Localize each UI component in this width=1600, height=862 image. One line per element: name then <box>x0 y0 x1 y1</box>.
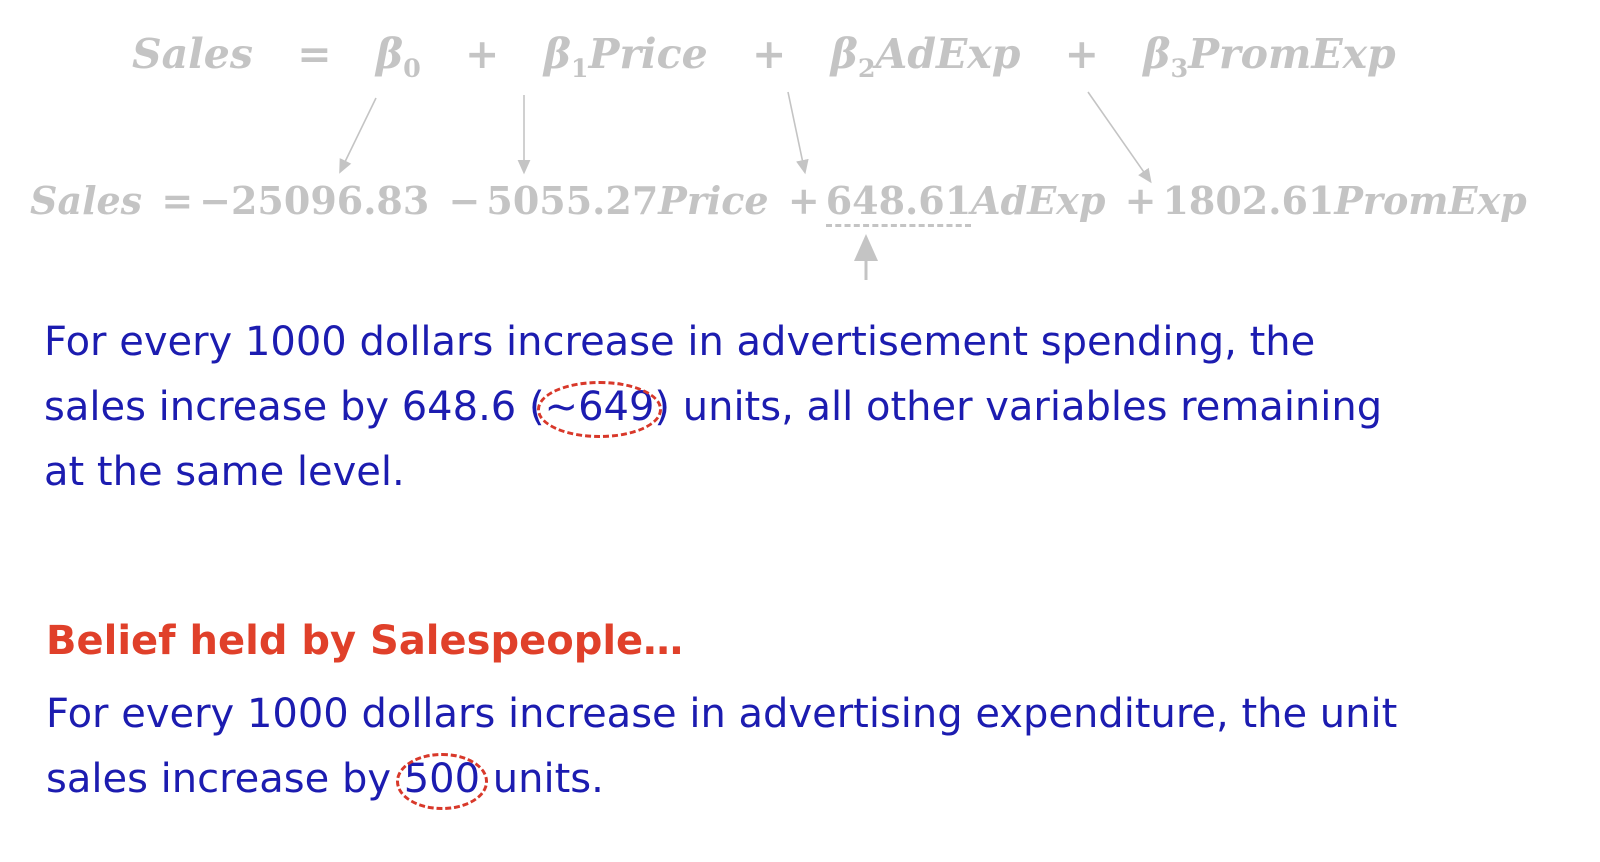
interpretation-paragraph: For every 1000 dollars increase in adver… <box>44 310 1382 505</box>
fm-var-adexp: AdExp <box>971 178 1106 223</box>
gm-plus-1: + <box>465 30 500 78</box>
belief-line-2-end: units. <box>480 756 604 802</box>
circled-value-649: ~649 <box>536 375 663 440</box>
fm-op3: + <box>1124 178 1157 223</box>
circled-value-500: 500 <box>395 747 489 812</box>
interpretation-line-3: at the same level. <box>44 449 405 495</box>
gm-beta2-sub: 2 <box>857 52 876 83</box>
gm-plus-3: + <box>1064 30 1099 78</box>
interpretation-line-1: For every 1000 dollars increase in adver… <box>44 319 1316 365</box>
belief-line-2-start: sales increase by <box>46 756 404 802</box>
gm-beta3: β <box>1143 30 1171 78</box>
fm-coef-price: 5055.27 <box>486 178 659 223</box>
fm-eq: = <box>161 178 194 223</box>
gm-var-price: Price <box>588 30 708 78</box>
belief-line-1: For every 1000 dollars increase in adver… <box>46 691 1398 737</box>
fitted-model-equation: Sales = −25096.83 −5055.27Price +648.61Ad… <box>30 178 1527 227</box>
gm-beta2: β <box>830 30 858 78</box>
belief-heading: Belief held by Salespeople… <box>46 618 684 664</box>
gm-lhs: Sales <box>132 30 253 78</box>
interpretation-line-2-start: sales increase by 648.6 ( <box>44 384 545 430</box>
fm-op1: − <box>448 178 481 223</box>
interpretation-line-2: sales increase by 648.6 (~649) units, al… <box>44 375 1382 440</box>
fm-var-promexp: PromExp <box>1334 178 1527 223</box>
belief-paragraph: For every 1000 dollars increase in adver… <box>46 682 1397 812</box>
arrow-beta0 <box>339 97 377 174</box>
gm-var-promexp: PromExp <box>1188 30 1396 78</box>
gm-beta1-sub: 1 <box>570 52 589 83</box>
gm-beta1: β <box>543 30 571 78</box>
fm-coef-adexp: 648.61 <box>825 178 972 227</box>
interpretation-line-2-end: ) units, all other variables remaining <box>654 384 1383 430</box>
fm-op2: + <box>787 178 820 223</box>
arrow-beta2 <box>787 91 809 175</box>
gm-beta3-sub: 3 <box>1170 52 1189 83</box>
fm-coef-promexp: 1802.61 <box>1162 178 1335 223</box>
gm-beta0: β <box>375 30 404 78</box>
general-model-equation: Sales = β0 + β1Price + β2AdExp + β3PromE… <box>132 30 1396 83</box>
fm-lhs: Sales <box>30 178 143 223</box>
gm-beta0-sub: 0 <box>403 52 421 83</box>
gm-eq: = <box>297 30 332 78</box>
gm-plus-2: + <box>751 30 787 78</box>
gm-var-adexp: AdExp <box>875 30 1021 78</box>
belief-line-2: sales increase by 500 units. <box>46 747 1397 812</box>
fm-intercept: −25096.83 <box>199 178 430 223</box>
fm-var-price: Price <box>658 178 769 223</box>
arrow-beta3 <box>1087 91 1152 184</box>
